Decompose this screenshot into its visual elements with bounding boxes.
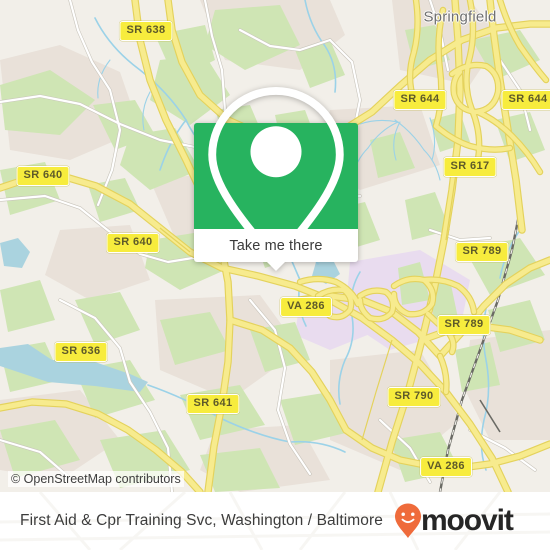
road-shield[interactable]: SR 638 <box>119 21 173 41</box>
location-title: First Aid & Cpr Training Svc, Washington… <box>20 512 383 529</box>
road-shield[interactable]: SR 789 <box>437 315 491 335</box>
moovit-brand[interactable]: moovit <box>393 502 514 540</box>
take-me-there-label: Take me there <box>229 237 323 254</box>
road-shield[interactable]: SR 789 <box>455 242 509 262</box>
place-label-springfield: Springfield <box>423 8 497 26</box>
bottom-title-bar: First Aid & Cpr Training Svc, Washington… <box>0 492 550 550</box>
map-pin-icon <box>208 87 344 265</box>
road-shield[interactable]: SR 644 <box>393 90 447 110</box>
popup-tail <box>267 262 285 271</box>
moovit-map-screenshot: Springfield SR 638 SR 644 SR 644 SR 640 … <box>0 0 550 550</box>
road-shield[interactable]: VA 286 <box>420 457 472 477</box>
popup-icon-panel <box>194 87 358 265</box>
moovit-smiley-pin-icon <box>394 503 421 538</box>
road-shield[interactable]: SR 636 <box>54 342 108 362</box>
road-shield[interactable]: SR 617 <box>443 157 497 177</box>
osm-attribution[interactable]: © OpenStreetMap contributors <box>8 471 184 487</box>
popup-action-panel[interactable]: Take me there <box>194 229 358 271</box>
road-shield[interactable]: SR 640 <box>16 166 70 186</box>
map-canvas[interactable]: Springfield SR 638 SR 644 SR 644 SR 640 … <box>0 0 550 492</box>
road-shield[interactable]: SR 644 <box>501 90 550 110</box>
road-shield[interactable]: SR 790 <box>387 387 441 407</box>
location-popup-card[interactable]: Take me there <box>194 87 358 271</box>
road-shield[interactable]: SR 640 <box>106 233 160 253</box>
moovit-wordmark: moovit <box>420 504 514 537</box>
